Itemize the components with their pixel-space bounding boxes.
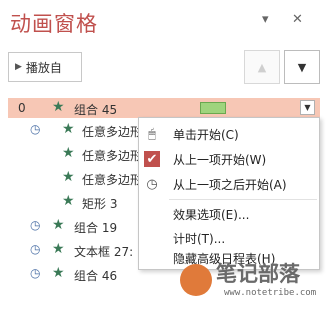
timing-bar[interactable]: [200, 102, 226, 114]
watermark-url: www.notetribe.com: [224, 288, 317, 298]
play-from-button[interactable]: ▶ 播放自: [8, 52, 82, 82]
menu-item-label: 计时(T)...: [173, 231, 226, 246]
clock-icon: ◷: [30, 218, 41, 232]
star-icon: ★: [62, 121, 75, 137]
checkmark-icon: ✔: [144, 151, 160, 167]
watermark-logo: [180, 264, 212, 296]
clock-icon: ◷: [30, 242, 41, 256]
animation-name: 矩形 3: [82, 197, 118, 211]
animation-name: 任意多边形: [82, 149, 143, 163]
animation-name: 任意多边形: [82, 125, 143, 139]
animation-order-number: 0: [18, 101, 26, 115]
pane-title: 动画窗格: [10, 12, 98, 36]
watermark: 笔记部落 www.notetribe.com: [166, 246, 330, 318]
menu-item-label: 单击开始(C): [173, 127, 239, 142]
arrow-up-icon: ▲: [257, 60, 267, 74]
play-from-label: 播放自: [25, 60, 62, 75]
star-icon: ★: [62, 193, 75, 209]
animation-name: 任意多边形: [82, 173, 143, 187]
star-icon: ★: [52, 99, 65, 115]
menu-item-start-on-click[interactable]: 🖱 单击开始(C): [139, 122, 319, 146]
star-icon: ★: [62, 145, 75, 161]
animation-name: 组合 19: [74, 221, 118, 235]
animation-name: 文本框 27:: [74, 245, 134, 259]
menu-item-start-with-previous[interactable]: ✔ 从上一项开始(W): [139, 147, 319, 171]
star-icon: ★: [52, 217, 65, 233]
star-icon: ★: [62, 169, 75, 185]
play-icon: ▶: [15, 62, 22, 72]
clock-icon: ◷: [146, 176, 158, 192]
menu-item-label: 从上一项开始(W): [173, 152, 267, 167]
row-dropdown-button[interactable]: ▼: [300, 100, 315, 115]
menu-separator: [169, 199, 317, 200]
clock-icon: ◷: [30, 122, 41, 136]
close-pane-button[interactable]: ✕: [292, 12, 303, 27]
menu-item-label: 效果选项(E)...: [173, 207, 250, 222]
watermark-title: 笔记部落: [216, 262, 300, 286]
move-down-button[interactable]: ▼: [284, 50, 320, 84]
animation-name: 组合 45: [74, 103, 118, 117]
clock-icon: ◷: [30, 266, 41, 280]
animation-row[interactable]: 0 ★ 组合 45 ▼: [8, 98, 320, 118]
star-icon: ★: [52, 265, 65, 281]
menu-item-start-after-previous[interactable]: ◷ 从上一项之后开始(A): [139, 172, 319, 196]
mouse-click-icon: 🖱: [148, 126, 156, 142]
star-icon: ★: [52, 241, 65, 257]
move-up-button[interactable]: ▲: [244, 50, 280, 84]
animation-name: 组合 46: [74, 269, 118, 283]
pane-options-dropdown[interactable]: ▾: [262, 12, 269, 27]
arrow-down-icon: ▼: [297, 60, 307, 74]
menu-item-label: 从上一项之后开始(A): [173, 177, 287, 192]
menu-item-effect-options[interactable]: 效果选项(E)...: [139, 202, 319, 226]
